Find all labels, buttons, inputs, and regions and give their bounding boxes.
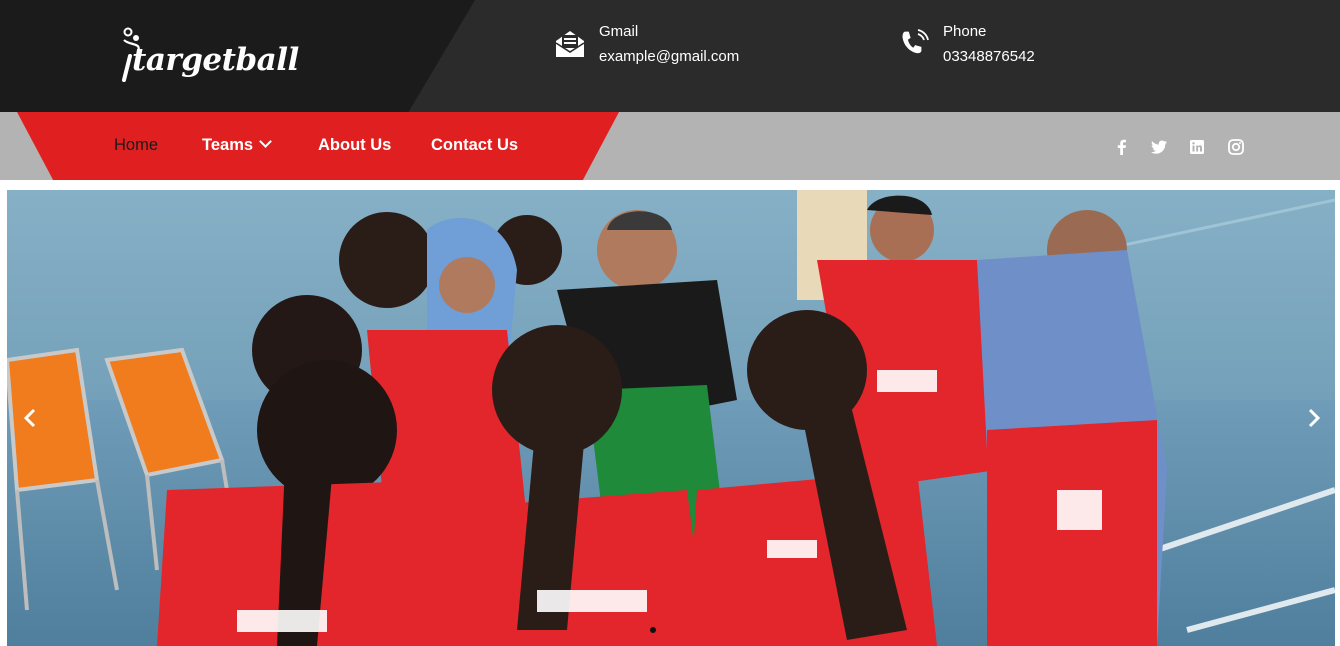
phone-label: Phone xyxy=(943,23,987,40)
top-bar: targetball Gmail example@gmail.com Phone… xyxy=(0,0,1340,112)
chevron-down-icon xyxy=(259,135,272,148)
gmail-address[interactable]: example@gmail.com xyxy=(599,48,739,65)
chevron-left-icon[interactable] xyxy=(19,406,43,430)
phone-number[interactable]: 03348876542 xyxy=(943,48,1035,65)
nav-item-contact-us[interactable]: Contact Us xyxy=(431,136,518,155)
facebook-icon[interactable] xyxy=(1113,138,1131,156)
instagram-icon[interactable] xyxy=(1227,138,1245,156)
contact-phone: Phone 03348876542 xyxy=(898,20,1098,72)
team-huddle-photo xyxy=(7,190,1335,646)
nav-item-home[interactable]: Home xyxy=(114,136,158,155)
main-nav: Home Teams About Us Contact Us xyxy=(0,112,1340,180)
gmail-label: Gmail xyxy=(599,23,639,40)
phone-icon xyxy=(902,29,929,54)
brand-name: targetball xyxy=(132,42,299,78)
chevron-right-icon[interactable] xyxy=(1301,406,1325,430)
contact-gmail: Gmail example@gmail.com xyxy=(554,20,774,72)
brand-logo[interactable]: targetball xyxy=(116,24,299,94)
nav-item-teams-label: Teams xyxy=(202,136,254,154)
slider-dot-active[interactable] xyxy=(650,627,656,633)
twitter-icon[interactable] xyxy=(1150,138,1168,156)
nav-item-teams[interactable]: Teams xyxy=(202,135,272,155)
hero-slider xyxy=(7,190,1335,646)
nav-item-about-us[interactable]: About Us xyxy=(318,136,391,155)
mail-icon xyxy=(555,31,585,57)
linkedin-icon[interactable] xyxy=(1188,138,1206,156)
